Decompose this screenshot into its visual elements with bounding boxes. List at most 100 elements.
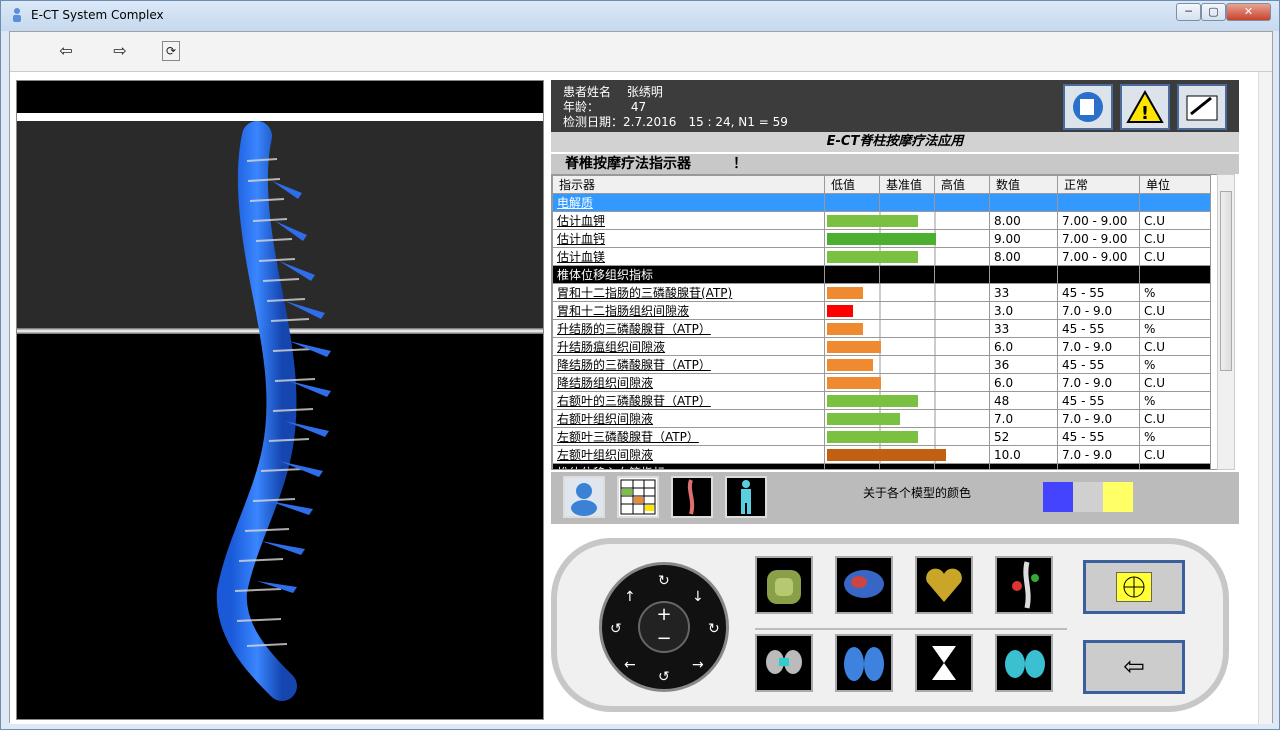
hourglass-button[interactable] [915,634,973,692]
indicator-unit: % [1139,427,1211,446]
zoom-control[interactable]: + − [638,601,690,653]
maximize-button[interactable]: ▢ [1201,3,1226,21]
indicator-value: 8.00 [989,247,1058,266]
scrollbar-thumb[interactable] [1220,191,1232,371]
table-row[interactable]: 降结肠组织间隙液 6.0 7.0 - 9.0 C.U [552,373,1211,392]
indicator-bar-cell [824,355,990,374]
edit-button[interactable] [1177,84,1227,130]
col-high[interactable]: 高值 [934,175,990,194]
table-row[interactable]: 升结肠瘟组织间隙液 6.0 7.0 - 9.0 C.U [552,337,1211,356]
indicator-name[interactable]: 估计血钾 [552,211,825,230]
indicator-name[interactable]: 右额叶的三磷酸腺苷（ATP） [552,391,825,410]
thyroid-button[interactable] [755,634,813,692]
col-indicator[interactable]: 指示器 [552,175,825,194]
spine-view-button[interactable] [671,476,713,518]
kidney-button[interactable] [995,634,1053,692]
window-scrollbar[interactable] [1258,72,1272,724]
indicator-value: 33 [989,283,1058,302]
viewer-separator [17,113,543,121]
patient-age: 47 [630,100,647,114]
indicator-unit: % [1139,355,1211,374]
empty-cell [1139,463,1211,469]
body-view-button[interactable] [725,476,767,518]
col-low[interactable]: 低值 [824,175,880,194]
indicator-name[interactable]: 胃和十二指肠组织间隙液 [552,301,825,320]
empty-cell [989,463,1058,469]
table-row[interactable]: 胃和十二指肠的三磷酸腺苷(ATP) 33 45 - 55% [552,283,1211,302]
table-row[interactable]: 左额叶三磷酸腺苷（ATP） 52 45 - 55% [552,427,1211,446]
indicator-unit: % [1139,319,1211,338]
table-row[interactable]: 估计血镁 8.00 7.00 - 9.00 C.U [552,247,1211,266]
minimize-button[interactable]: ─ [1176,3,1201,21]
table-row[interactable]: 右额叶的三磷酸腺苷（ATP） 48 45 - 55% [552,391,1211,410]
spine-organs-button[interactable] [995,556,1053,614]
rotate-right-icon[interactable]: ↻ [708,621,720,637]
indicator-name[interactable]: 估计血钙 [552,229,825,248]
spine-3d-viewport[interactable] [17,121,543,719]
color-swatch-blue[interactable] [1043,482,1073,512]
indicator-value: 8.00 [989,211,1058,230]
arrow-left-icon[interactable]: ← [624,657,636,673]
lungs-icon [844,647,884,681]
patient-model-button[interactable] [563,476,605,518]
intestine-icon [767,570,801,604]
table-row[interactable]: 右额叶组织间隙液 7.0 7.0 - 9.0 C.U [552,409,1211,428]
indicator-name[interactable]: 升结肠的三磷酸腺苷（ATP） [552,319,825,338]
color-swatch-gray[interactable] [1073,482,1103,512]
warning-button[interactable]: ! [1120,84,1170,130]
rotate-down-icon[interactable]: ↺ [658,669,670,685]
navigation-joystick[interactable]: ↑ ↻ ↓ ↺ ↻ ← ↺ → + − [599,562,729,692]
indicator-name[interactable]: 左额叶组织间隙液 [552,445,825,464]
table-row[interactable]: 降结肠的三磷酸腺苷（ATP） 36 45 - 55% [552,355,1211,374]
group-label[interactable]: 椎体位移组织指标 [552,265,825,284]
indicator-bar [827,341,882,353]
target-button[interactable] [1083,560,1185,614]
close-button[interactable]: ✕ [1226,3,1271,21]
col-unit[interactable]: 单位 [1139,175,1211,194]
zoom-in-icon[interactable]: + [640,603,688,627]
table-group-row[interactable]: 椎体位移心血管指标 [552,463,1211,469]
arrow-down-right-icon[interactable]: ↓ [692,589,704,605]
indicator-name[interactable]: 胃和十二指肠的三磷酸腺苷(ATP) [552,283,825,302]
indicator-name[interactable]: 降结肠组织间隙液 [552,373,825,392]
forward-icon[interactable]: ⇨ [108,40,132,62]
table-row[interactable]: 估计血钾 8.00 7.00 - 9.00 C.U [552,211,1211,230]
refresh-icon[interactable]: ⟳ [162,41,180,61]
table-group-row[interactable]: 椎体位移组织指标 [552,265,1211,284]
rotate-up-icon[interactable]: ↻ [658,573,670,589]
brain-button[interactable] [835,556,893,614]
col-normal[interactable]: 正常 [1057,175,1140,194]
client-area: ⇦ ⇨ ⟳ 患者姓名 张绣明 年龄： 47 检测日期：2.7.2016 15:… [9,31,1273,724]
indicator-name[interactable]: 降结肠的三磷酸腺苷（ATP） [552,355,825,374]
indicator-name[interactable]: 升结肠瘟组织间隙液 [552,337,825,356]
table-view-button[interactable] [617,476,659,518]
back-icon[interactable]: ⇦ [54,40,78,62]
report-button[interactable] [1063,84,1113,130]
col-baseline[interactable]: 基准值 [879,175,935,194]
table-row[interactable]: 胃和十二指肠组织间隙液 3.0 7.0 - 9.0 C.U [552,301,1211,320]
table-row[interactable]: 估计血钙 9.00 7.00 - 9.00 C.U [552,229,1211,248]
indicator-table-container: 指示器 低值 基准值 高值 数值 正常 单位 电解质 估计血钾 8.00 7.00 -… [551,174,1221,470]
indicator-name[interactable]: 估计血镁 [552,247,825,266]
table-group-row[interactable]: 电解质 [552,193,1211,212]
color-swatch-yellow[interactable] [1103,482,1133,512]
indicator-value: 33 [989,319,1058,338]
table-row[interactable]: 左额叶组织间隙液 10.0 7.0 - 9.0 C.U [552,445,1211,464]
table-row[interactable]: 升结肠的三磷酸腺苷（ATP） 33 45 - 55% [552,319,1211,338]
rotate-left-icon[interactable]: ↺ [610,621,622,637]
lungs-button[interactable] [835,634,893,692]
return-button[interactable]: ⇦ [1083,640,1185,694]
intestine-button[interactable] [755,556,813,614]
arrow-up-icon[interactable]: ↑ [624,589,636,605]
indicator-bar-cell [824,211,990,230]
arrow-right-icon[interactable]: → [692,657,704,673]
indicator-name[interactable]: 右额叶组织间隙液 [552,409,825,428]
heart-button[interactable] [915,556,973,614]
app-window: E-CT System Complex ─ ▢ ✕ ⇦ ⇨ ⟳ 患者姓名 张绣明… [0,0,1280,730]
zoom-out-icon[interactable]: − [640,627,688,651]
indicator-name[interactable]: 左额叶三磷酸腺苷（ATP） [552,427,825,446]
col-value[interactable]: 数值 [989,175,1058,194]
table-scrollbar[interactable] [1217,174,1235,470]
group-label[interactable]: 椎体位移心血管指标 [552,463,825,469]
group-label[interactable]: 电解质 [552,193,825,212]
